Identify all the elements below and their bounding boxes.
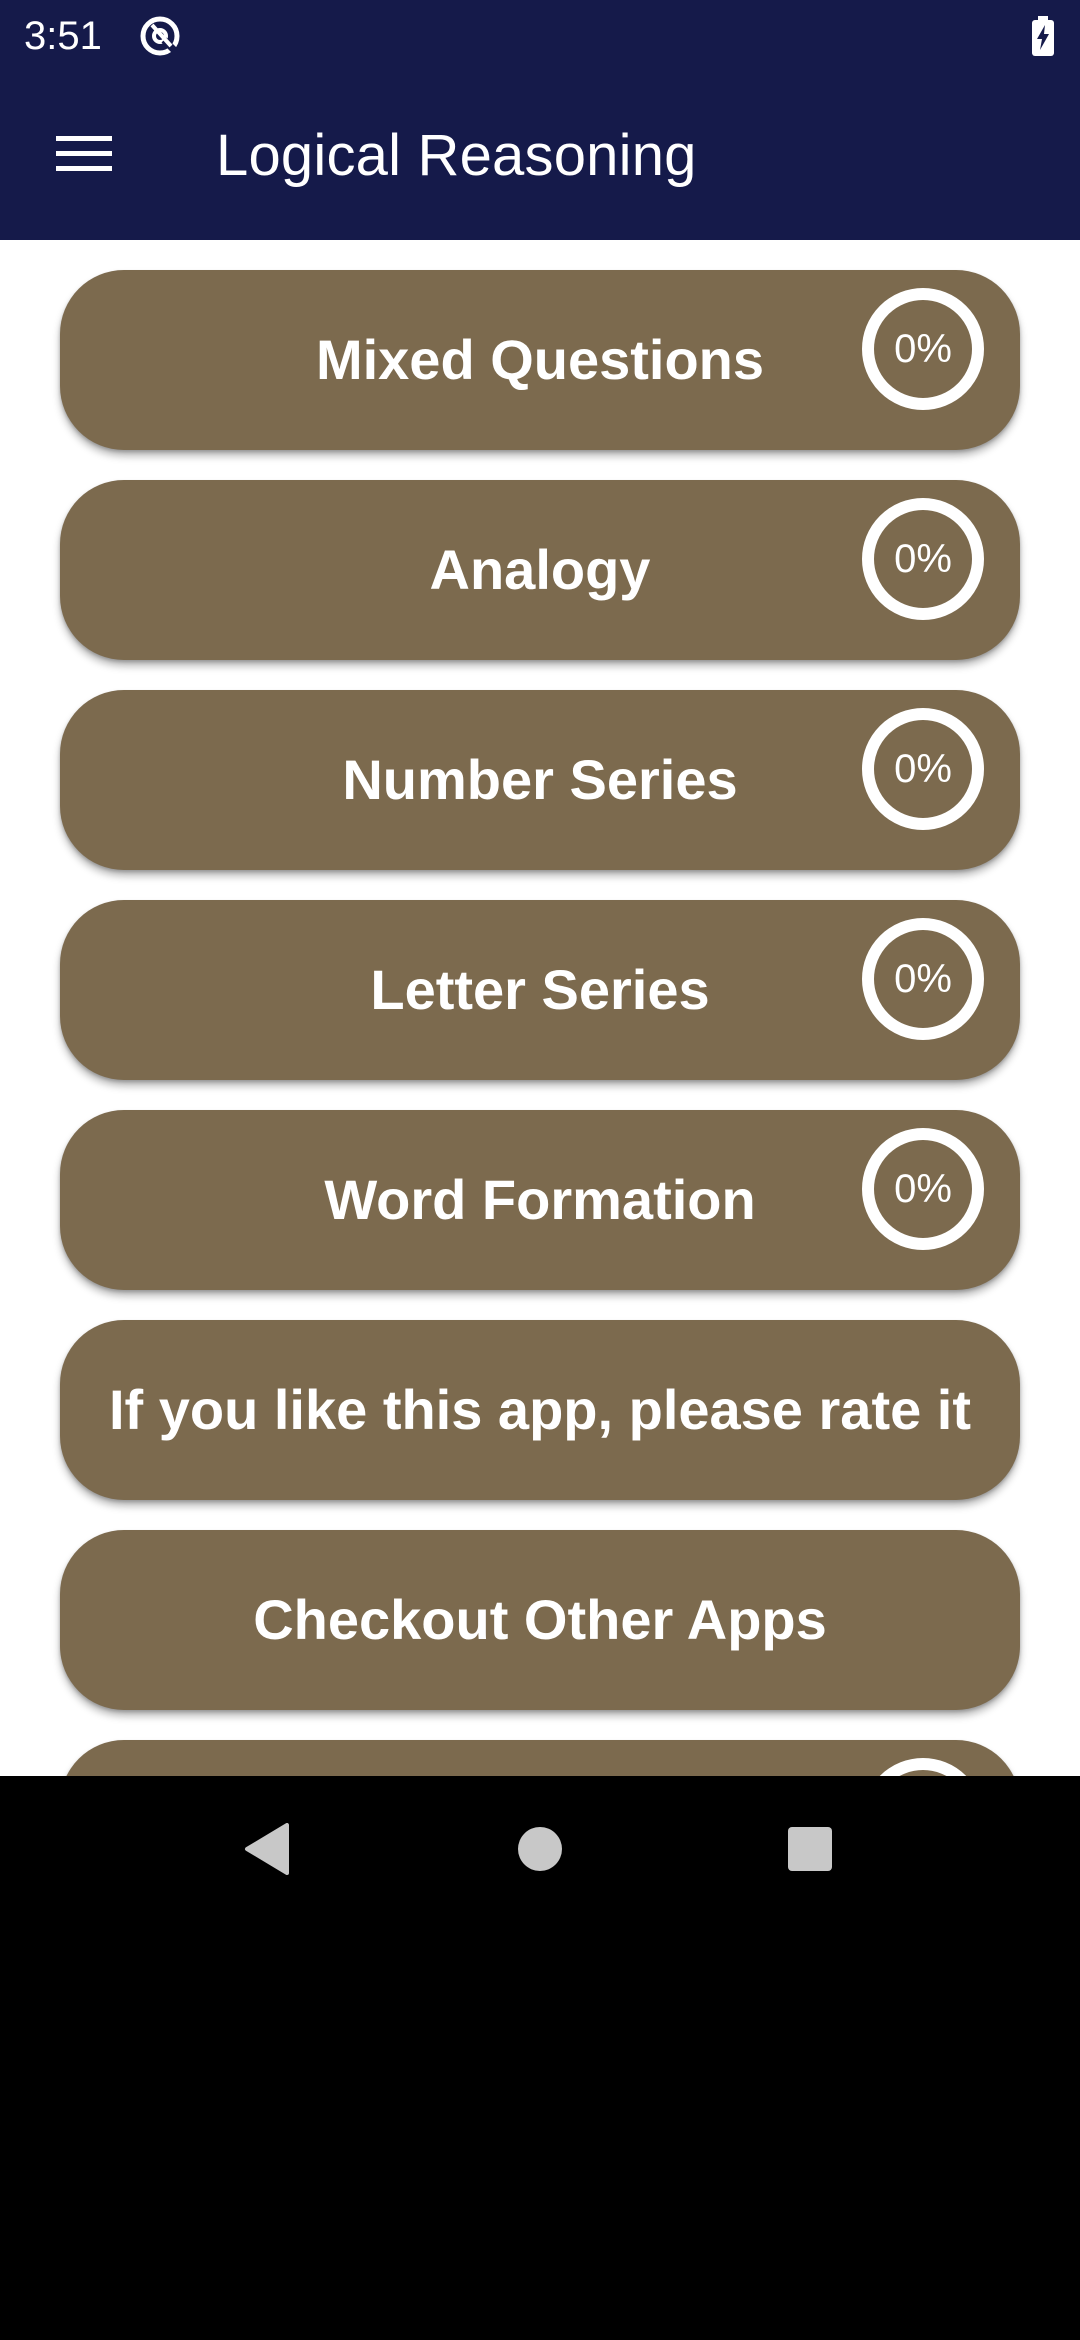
at-sign-circle-icon <box>138 14 182 58</box>
partial-card[interactable] <box>60 1740 1020 1776</box>
recents-square-icon <box>787 1826 833 1877</box>
other-apps-button[interactable]: Checkout Other Apps <box>60 1530 1020 1710</box>
progress-percent: 0% <box>894 1167 952 1211</box>
category-label: Letter Series <box>370 958 710 1021</box>
rate-app-button[interactable]: If you like this app, please rate it <box>60 1320 1020 1500</box>
progress-percent: 0% <box>894 957 952 1001</box>
status-time: 3:51 <box>24 14 102 58</box>
category-label: Mixed Questions <box>315 328 765 391</box>
category-card-analogy[interactable]: Analogy 0% <box>60 480 1020 660</box>
progress-percent: 0% <box>894 537 952 581</box>
category-list: Mixed Questions 0% Analogy 0% Number Ser… <box>0 240 1080 1776</box>
progress-ring: 0% <box>862 918 984 1040</box>
home-circle-icon <box>517 1826 563 1877</box>
menu-button[interactable] <box>36 116 132 196</box>
app-bar: Logical Reasoning <box>0 72 1080 240</box>
other-apps-label: Checkout Other Apps <box>253 1588 827 1651</box>
system-nav-bar <box>0 1776 1080 1916</box>
battery-charging-icon <box>1030 16 1056 56</box>
screen: 3:51 Logical Reasoning Mixed Questions 0… <box>0 0 1080 2340</box>
category-card-word-formation[interactable]: Word Formation 0% <box>60 1110 1020 1290</box>
progress-ring: 0% <box>862 1128 984 1250</box>
progress-percent: 0% <box>894 327 952 371</box>
category-label: Analogy <box>429 538 651 601</box>
recents-button[interactable] <box>765 1806 855 1896</box>
status-bar: 3:51 <box>0 0 1080 72</box>
category-label: Word Formation <box>324 1168 756 1231</box>
category-card-number-series[interactable]: Number Series 0% <box>60 690 1020 870</box>
category-card-mixed-questions[interactable]: Mixed Questions 0% <box>60 270 1020 450</box>
progress-ring: 0% <box>862 288 984 410</box>
hamburger-menu-icon <box>56 134 112 179</box>
progress-percent: 0% <box>894 747 952 791</box>
progress-ring <box>862 1758 984 1776</box>
home-button[interactable] <box>495 1806 585 1896</box>
category-label: Number Series <box>342 748 738 811</box>
progress-ring: 0% <box>862 708 984 830</box>
category-card-letter-series[interactable]: Letter Series 0% <box>60 900 1020 1080</box>
rate-app-label: If you like this app, please rate it <box>108 1378 972 1441</box>
back-triangle-icon <box>243 1822 291 1880</box>
back-button[interactable] <box>222 1806 312 1896</box>
page-title: Logical Reasoning <box>216 123 697 188</box>
progress-ring: 0% <box>862 498 984 620</box>
